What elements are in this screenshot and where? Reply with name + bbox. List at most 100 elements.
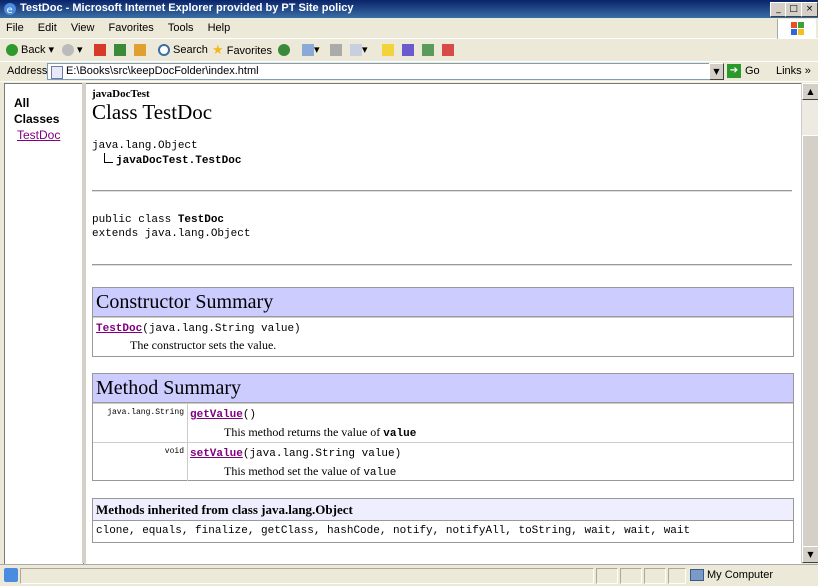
constructor-params: (java.lang.String value): [142, 323, 301, 335]
search-label: Search: [173, 44, 208, 56]
hierarchy-root: java.lang.Object: [92, 140, 198, 152]
edit-icon: [350, 44, 362, 57]
all-classes-heading: All Classes: [14, 95, 59, 127]
class-extends: extends java.lang.Object: [92, 228, 251, 240]
discuss-button[interactable]: [382, 42, 394, 58]
history-icon: [278, 44, 290, 57]
status-cell: [668, 568, 686, 584]
messenger-button[interactable]: [422, 42, 434, 58]
decl-name: TestDoc: [177, 214, 225, 226]
page-status-icon: [4, 568, 18, 582]
method-return-type: java.lang.String: [93, 404, 188, 442]
tool-icon: [442, 44, 454, 57]
inherited-methods-heading: Methods inherited from class java.lang.O…: [93, 499, 793, 521]
table-row: TestDoc(java.lang.String value) The cons…: [93, 317, 793, 356]
mail-icon: [302, 44, 314, 57]
windows-flag-icon: [777, 19, 816, 39]
forward-button[interactable]: ▾: [62, 42, 83, 58]
all-classes-heading-line1: All: [14, 96, 30, 110]
tool-button[interactable]: [442, 42, 454, 58]
forward-arrow-icon: [62, 44, 74, 57]
close-button[interactable]: ×: [801, 2, 818, 17]
address-url: E:\Books\src\keepDocFolder\index.html: [66, 65, 259, 77]
separator: [92, 190, 792, 192]
hierarchy-child-name: javaDocTest.TestDoc: [116, 155, 242, 167]
status-bar: My Computer: [0, 564, 818, 586]
links-label: Links: [776, 65, 802, 77]
separator: [92, 264, 792, 266]
menu-bar: File Edit View Favorites Tools Help: [0, 19, 818, 39]
scroll-thumb[interactable]: [802, 135, 818, 555]
tree-corner-icon: [104, 153, 113, 163]
print-button[interactable]: [330, 42, 342, 58]
home-button[interactable]: [134, 42, 146, 58]
method-link-getvalue[interactable]: getValue: [190, 409, 243, 421]
go-label: Go: [745, 64, 760, 77]
all-classes-heading-line2: Classes: [14, 112, 60, 126]
print-icon: [330, 44, 342, 57]
research-button[interactable]: [402, 42, 414, 58]
favorites-label: Favorites: [226, 45, 272, 57]
research-icon: [402, 44, 414, 57]
menu-favorites[interactable]: Favorites: [103, 19, 159, 34]
address-label: Address: [7, 65, 48, 77]
method-signature: setValue(java.lang.String value): [190, 448, 401, 460]
menu-tools[interactable]: Tools: [162, 19, 199, 34]
table-row: void setValue(java.lang.String value) Th…: [93, 442, 793, 481]
constructor-summary-heading: Constructor Summary: [93, 288, 793, 317]
method-signature: getValue(): [190, 409, 256, 421]
constructor-description: The constructor sets the value.: [130, 338, 277, 352]
menu-help[interactable]: Help: [202, 19, 236, 34]
method-description-text: This method returns the value of: [224, 425, 384, 439]
inherited-methods-list: clone, equals, finalize, getClass, hashC…: [96, 525, 691, 537]
inherited-methods-table: Methods inherited from class java.lang.O…: [92, 498, 794, 543]
method-return-type: void: [93, 443, 188, 481]
back-button[interactable]: Back ▾: [6, 42, 54, 58]
mail-button[interactable]: ▾: [302, 42, 320, 58]
hierarchy-child: javaDocTest.TestDoc: [104, 153, 241, 167]
scroll-down-button[interactable]: ▼: [802, 546, 818, 563]
class-link-testdoc[interactable]: TestDoc: [17, 128, 60, 142]
decl-prefix: public class: [92, 214, 178, 226]
class-declaration: public class TestDoc: [92, 214, 224, 226]
constructor-link[interactable]: TestDoc: [96, 323, 142, 335]
menu-view[interactable]: View: [65, 19, 100, 34]
package-name: javaDocTest: [92, 88, 150, 100]
table-row: java.lang.String getValue() This method …: [93, 403, 793, 442]
method-description: This method returns the value of value: [224, 425, 416, 440]
method-description-code: value: [383, 428, 417, 440]
stop-button[interactable]: [94, 42, 106, 58]
address-dropdown-button[interactable]: ▼: [709, 63, 724, 80]
go-button[interactable]: ➔ Go: [727, 64, 760, 78]
links-button[interactable]: Links »: [776, 65, 811, 77]
scroll-up-button[interactable]: ▲: [802, 83, 818, 100]
method-description-text: This method set the value of: [224, 464, 364, 478]
stop-icon: [94, 44, 106, 57]
constructor-summary-table: Constructor Summary TestDoc(java.lang.St…: [92, 287, 794, 357]
method-description: This method set the value of value: [224, 464, 396, 479]
method-description-code: value: [363, 467, 397, 479]
messenger-icon: [422, 44, 434, 57]
menu-edit[interactable]: Edit: [32, 19, 62, 34]
favorites-button[interactable]: ★ Favorites: [212, 42, 272, 58]
page-icon: [51, 66, 63, 79]
maximize-button[interactable]: □: [785, 2, 802, 17]
status-cell: [620, 568, 642, 584]
method-link-setvalue[interactable]: setValue: [190, 448, 243, 460]
menu-file[interactable]: File: [0, 19, 29, 34]
my-computer-icon: [690, 569, 704, 582]
edit-button[interactable]: ▾: [350, 42, 368, 58]
vertical-scrollbar[interactable]: ▲ ▼: [801, 83, 818, 563]
status-cell: [644, 568, 666, 584]
title-bar: e TestDoc - Microsoft Internet Explorer …: [0, 0, 818, 18]
refresh-button[interactable]: [114, 42, 126, 58]
history-button[interactable]: [278, 42, 293, 58]
back-arrow-icon: [6, 44, 18, 57]
search-button[interactable]: Search: [158, 42, 208, 58]
class-doc-frame: javaDocTest Class TestDoc java.lang.Obje…: [86, 83, 801, 564]
security-zone: My Computer: [690, 569, 773, 582]
address-input[interactable]: E:\Books\src\keepDocFolder\index.html: [47, 63, 723, 80]
method-params: (): [242, 409, 257, 421]
address-bar: Address E:\Books\src\keepDocFolder\index…: [0, 62, 818, 82]
class-list-frame: All Classes TestDoc: [4, 83, 84, 565]
